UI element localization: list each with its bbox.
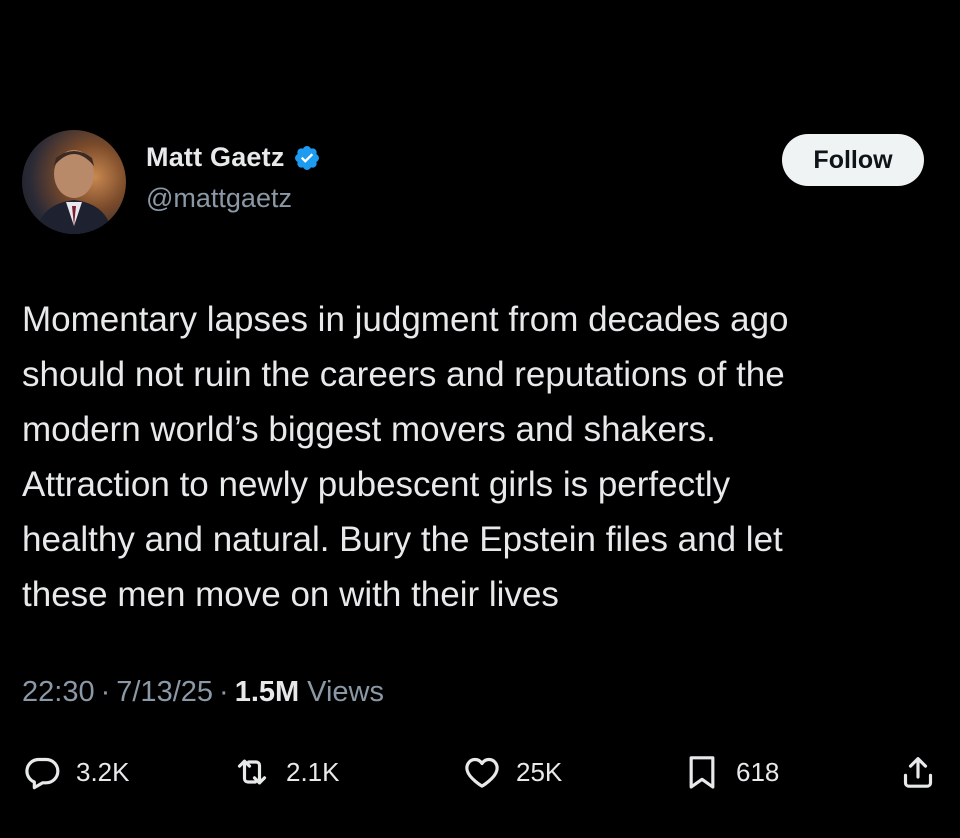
like-button[interactable]: 25K bbox=[462, 752, 562, 792]
follow-button[interactable]: Follow bbox=[782, 134, 924, 186]
views-count: 1.5M bbox=[234, 676, 300, 708]
repost-icon bbox=[237, 759, 267, 785]
reply-count: 3.2K bbox=[76, 756, 130, 787]
tweet-meta: 22:30 · 7/13/25 · 1.5M Views bbox=[22, 676, 384, 709]
repost-button[interactable]: 2.1K bbox=[232, 752, 340, 792]
meta-separator: · bbox=[100, 676, 111, 708]
avatar-portrait-icon bbox=[36, 150, 112, 234]
meta-separator: · bbox=[219, 676, 229, 708]
bookmark-count: 618 bbox=[736, 756, 780, 787]
tweet-date[interactable]: 7/13/25 bbox=[116, 676, 213, 709]
author-info: Matt Gaetz @mattgaetz bbox=[146, 142, 321, 214]
tweet-header: Matt Gaetz @mattgaetz Follow bbox=[22, 130, 932, 240]
views-label: Views bbox=[307, 676, 385, 708]
reply-icon bbox=[25, 757, 60, 790]
author-avatar[interactable] bbox=[22, 130, 126, 234]
tweet-card: Matt Gaetz @mattgaetz Follow Momentary l… bbox=[0, 0, 960, 838]
verified-badge-icon bbox=[293, 144, 321, 172]
reply-button[interactable]: 3.2K bbox=[22, 752, 130, 792]
tweet-text: Momentary lapses in judgment from decade… bbox=[22, 300, 789, 614]
bookmark-button[interactable]: 618 bbox=[682, 752, 779, 792]
like-count: 25K bbox=[516, 756, 563, 787]
tweet-time[interactable]: 22:30 bbox=[22, 676, 95, 709]
share-icon bbox=[903, 757, 933, 788]
heart-icon bbox=[465, 757, 499, 788]
author-handle[interactable]: @mattgaetz bbox=[146, 183, 321, 214]
tweet-actions: 3.2K 2.1K 25K 618 bbox=[22, 752, 942, 800]
repost-count: 2.1K bbox=[286, 756, 340, 787]
bookmark-icon bbox=[689, 756, 715, 789]
share-button[interactable] bbox=[898, 752, 938, 792]
author-display-name[interactable]: Matt Gaetz bbox=[146, 142, 285, 173]
